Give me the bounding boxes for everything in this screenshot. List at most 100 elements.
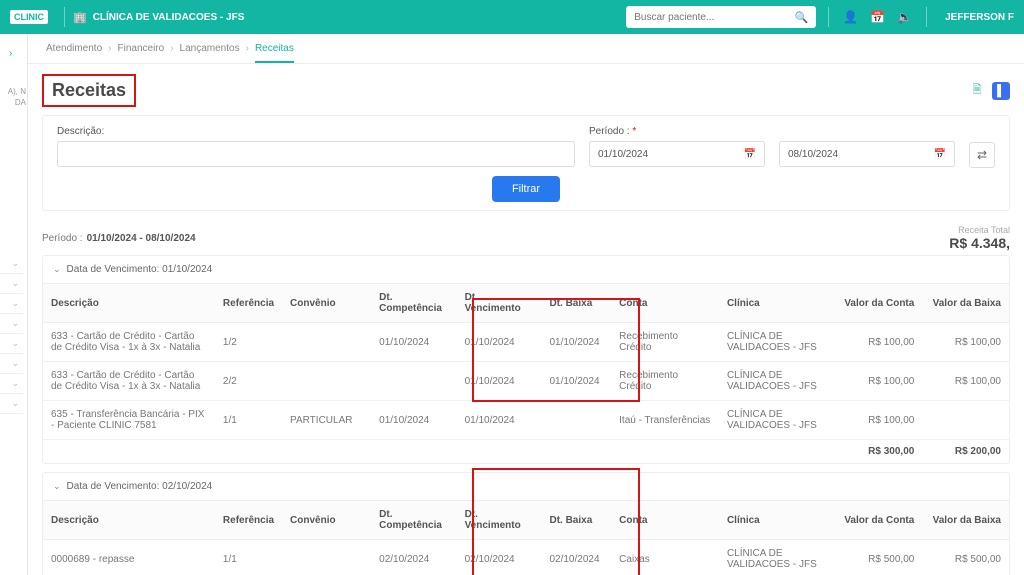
divider: [64, 7, 65, 27]
col-vc[interactable]: Valor da Conta: [836, 284, 923, 323]
rail-collapse-item[interactable]: ⌄: [0, 254, 23, 274]
side-truncated-text: A), N DA: [2, 86, 26, 108]
cell-conta: Recebimento Crédito: [611, 362, 719, 401]
swap-dates-button[interactable]: ⇄: [969, 142, 995, 168]
period-summary: Período : 01/10/2024 - 08/10/2024 Receit…: [28, 219, 1024, 255]
col-vb[interactable]: Valor da Baixa: [922, 501, 1009, 540]
col-ref[interactable]: Referência: [215, 284, 282, 323]
rail-collapse-item[interactable]: ⌄: [0, 274, 23, 294]
title-row: Receitas 🗎 ▌: [28, 64, 1024, 115]
col-conv[interactable]: Convênio: [282, 284, 371, 323]
col-desc[interactable]: Descrição: [43, 501, 215, 540]
cell-venc: 02/10/2024: [457, 540, 542, 575]
clinic-name: CLÍNICA DE VALIDACOES - JFS: [93, 12, 245, 23]
col-clin[interactable]: Clínica: [719, 501, 836, 540]
data-table: DescriçãoReferênciaConvênioDt. Competênc…: [43, 283, 1009, 463]
crumb-active[interactable]: Receitas: [255, 43, 294, 63]
cell-conv: PARTICULAR: [282, 401, 371, 440]
crumb[interactable]: Financeiro: [118, 43, 165, 54]
period-label: Período :: [42, 233, 83, 244]
rail-collapse-item[interactable]: ⌄: [0, 394, 23, 414]
col-vc[interactable]: Valor da Conta: [836, 501, 923, 540]
col-conv[interactable]: Convênio: [282, 501, 371, 540]
col-vb[interactable]: Valor da Baixa: [922, 284, 1009, 323]
search-input-wrap[interactable]: 🔍: [626, 6, 816, 28]
col-venc[interactable]: Dt. Vencimento: [457, 501, 542, 540]
group-header[interactable]: ⌄ Data de Vencimento: 02/10/2024: [43, 473, 1009, 500]
rail-collapse-item[interactable]: ⌄: [0, 294, 23, 314]
table-row[interactable]: 635 - Transferência Bancária - PIX - Pac…: [43, 401, 1009, 440]
col-venc[interactable]: Dt. Vencimento: [457, 284, 542, 323]
topbar: CLINIC 🏢 CLÍNICA DE VALIDACOES - JFS 🔍 👤…: [0, 0, 1024, 34]
calendar-icon[interactable]: 📅: [934, 149, 946, 160]
table-row[interactable]: 633 - Cartão de Crédito - Cartão de Créd…: [43, 362, 1009, 401]
cell-conv: [282, 323, 371, 362]
date-to-input[interactable]: 08/10/2024 📅: [779, 141, 955, 167]
chevron-right-icon[interactable]: ›: [9, 48, 12, 59]
cell-conta: Itaú - Transferências: [611, 401, 719, 440]
crumb[interactable]: Lançamentos: [180, 43, 240, 54]
cell-venc: 01/10/2024: [457, 362, 542, 401]
cell-vc: R$ 100,00: [836, 323, 923, 362]
footer-vb: R$ 200,00: [922, 440, 1009, 464]
col-clin[interactable]: Clínica: [719, 284, 836, 323]
logo-badge: CLINIC: [10, 10, 48, 24]
chevron-down-icon: ⌄: [53, 481, 61, 492]
table-row[interactable]: 0000689 - repasse1/102/10/202402/10/2024…: [43, 540, 1009, 575]
add-button[interactable]: ▌: [992, 82, 1010, 100]
cell-vb: R$ 100,00: [922, 323, 1009, 362]
cell-comp: 01/10/2024: [371, 401, 456, 440]
col-comp[interactable]: Dt. Competência: [371, 284, 456, 323]
data-table: DescriçãoReferênciaConvênioDt. Competênc…: [43, 500, 1009, 575]
total-label: Receita Total: [949, 225, 1010, 235]
rail-collapse-item[interactable]: ⌄: [0, 354, 23, 374]
cell-clin: CLÍNICA DE VALIDACOES - JFS: [719, 323, 836, 362]
search-icon[interactable]: 🔍: [795, 11, 809, 24]
cell-comp: [371, 362, 456, 401]
groups-host: ⌄ Data de Vencimento: 01/10/2024 Descrição…: [28, 255, 1024, 575]
calendar-icon[interactable]: 📅: [870, 10, 885, 24]
rail-collapse-item[interactable]: ⌄: [0, 374, 23, 394]
cell-vc: R$ 100,00: [836, 362, 923, 401]
calendar-icon[interactable]: 📅: [744, 149, 756, 160]
divider: [828, 7, 829, 27]
table-row[interactable]: 633 - Cartão de Crédito - Cartão de Créd…: [43, 323, 1009, 362]
col-baixa[interactable]: Dt. Baixa: [541, 284, 611, 323]
rail-collapse-item[interactable]: ⌄: [0, 314, 23, 334]
col-desc[interactable]: Descrição: [43, 284, 215, 323]
group: ⌄ Data de Vencimento: 01/10/2024 Descrição…: [42, 255, 1010, 464]
date-to-value: 08/10/2024: [788, 149, 838, 160]
filter-button[interactable]: Filtrar: [492, 176, 560, 202]
col-ref[interactable]: Referência: [215, 501, 282, 540]
cell-baixa: 01/10/2024: [541, 362, 611, 401]
group-title: Data de Vencimento: 02/10/2024: [67, 481, 213, 492]
group-header[interactable]: ⌄ Data de Vencimento: 01/10/2024: [43, 256, 1009, 283]
date-from-input[interactable]: 01/10/2024 📅: [589, 141, 765, 167]
cell-baixa: 02/10/2024: [541, 540, 611, 575]
sound-icon[interactable]: 🔈: [897, 10, 912, 24]
user-icon[interactable]: 👤: [843, 10, 858, 24]
export-icon[interactable]: 🗎: [968, 82, 986, 100]
search-input[interactable]: [634, 12, 794, 23]
crumb[interactable]: Atendimento: [46, 43, 102, 54]
chevron-down-icon: ⌄: [53, 264, 61, 275]
col-baixa[interactable]: Dt. Baixa: [541, 501, 611, 540]
filter-card: Descrição: Período : * 01/10/2024 📅 08/1…: [42, 115, 1010, 211]
rail-collapse-item[interactable]: ⌄: [0, 334, 23, 354]
col-comp[interactable]: Dt. Competência: [371, 501, 456, 540]
col-conta[interactable]: Conta: [611, 501, 719, 540]
desc-input[interactable]: [57, 141, 575, 167]
group-footer: R$ 300,00R$ 200,00: [43, 440, 1009, 464]
user-name[interactable]: JEFFERSON F: [945, 12, 1014, 23]
date-from-value: 01/10/2024: [598, 149, 648, 160]
cell-ref: 1/1: [215, 540, 282, 575]
group: ⌄ Data de Vencimento: 02/10/2024 Descrição…: [42, 472, 1010, 575]
cell-comp: 01/10/2024: [371, 323, 456, 362]
cell-vc: R$ 100,00: [836, 401, 923, 440]
group-title: Data de Vencimento: 01/10/2024: [67, 264, 213, 275]
cell-conv: [282, 540, 371, 575]
col-conta[interactable]: Conta: [611, 284, 719, 323]
building-icon: 🏢: [73, 11, 87, 24]
cell-comp: 02/10/2024: [371, 540, 456, 575]
cell-venc: 01/10/2024: [457, 401, 542, 440]
